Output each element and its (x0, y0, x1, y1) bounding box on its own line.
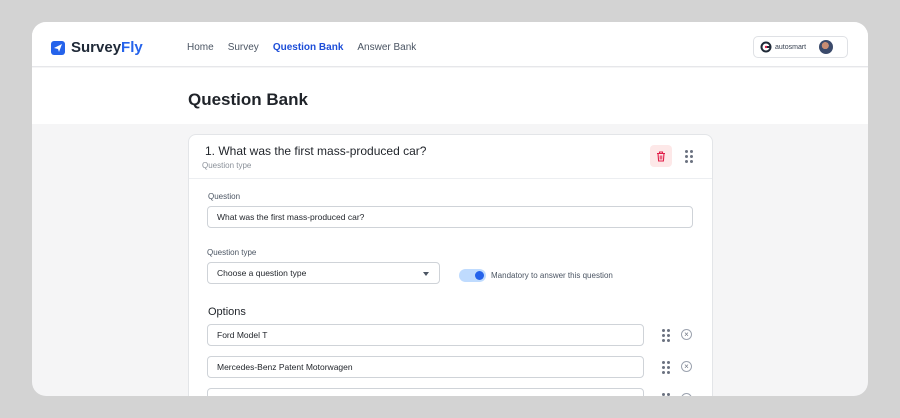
toggle-knob (475, 271, 484, 280)
question-card-header: 1. What was the first mass-produced car?… (189, 135, 712, 179)
remove-option-icon[interactable]: × (681, 329, 692, 340)
trash-icon (657, 150, 665, 162)
drag-handle-icon[interactable] (685, 150, 693, 163)
mandatory-label: Mandatory to answer this question (491, 271, 613, 280)
chevron-down-icon (423, 272, 429, 276)
question-type-label: Question type (207, 248, 257, 257)
nav-home[interactable]: Home (187, 42, 214, 53)
page-header (32, 68, 868, 124)
remove-option-icon[interactable]: × (681, 393, 692, 396)
options-title: Options (208, 306, 246, 318)
autosmart-logo-icon (760, 41, 772, 53)
option-input-2[interactable]: Mercedes-Benz Patent Motorwagen (207, 356, 644, 378)
drag-handle-icon[interactable] (662, 393, 670, 396)
nav-survey[interactable]: Survey (228, 42, 259, 53)
top-navbar: SurveyFly Home Survey Question Bank Answ… (32, 22, 868, 67)
drag-handle-icon[interactable] (662, 329, 670, 342)
mandatory-toggle[interactable] (459, 269, 486, 282)
question-type-select[interactable]: Choose a question type (207, 262, 440, 284)
question-type-caption: Question type (202, 161, 252, 170)
page-title: Question Bank (188, 90, 308, 109)
question-input[interactable]: What was the first mass-produced car? (207, 206, 693, 228)
remove-option-icon[interactable]: × (681, 361, 692, 372)
paper-plane-icon (51, 40, 65, 55)
question-title: 1. What was the first mass-produced car? (205, 144, 427, 158)
option-input-3[interactable] (207, 388, 644, 396)
app-window: SurveyFly Home Survey Question Bank Answ… (32, 22, 868, 396)
logo[interactable]: SurveyFly (51, 39, 143, 56)
main-nav: Home Survey Question Bank Answer Bank (187, 42, 416, 53)
option-input-1[interactable]: Ford Model T (207, 324, 644, 346)
delete-button[interactable] (650, 145, 672, 167)
nav-question-bank[interactable]: Question Bank (273, 42, 344, 53)
question-card: 1. What was the first mass-produced car?… (188, 134, 713, 396)
question-type-value: Choose a question type (217, 268, 307, 278)
logo-text: SurveyFly (71, 39, 143, 56)
drag-handle-icon[interactable] (662, 361, 670, 374)
account-brand: autosmart (775, 43, 807, 51)
account-switcher[interactable]: autosmart (753, 36, 848, 58)
question-label: Question (208, 192, 241, 201)
nav-answer-bank[interactable]: Answer Bank (357, 42, 416, 53)
avatar[interactable] (819, 40, 834, 54)
